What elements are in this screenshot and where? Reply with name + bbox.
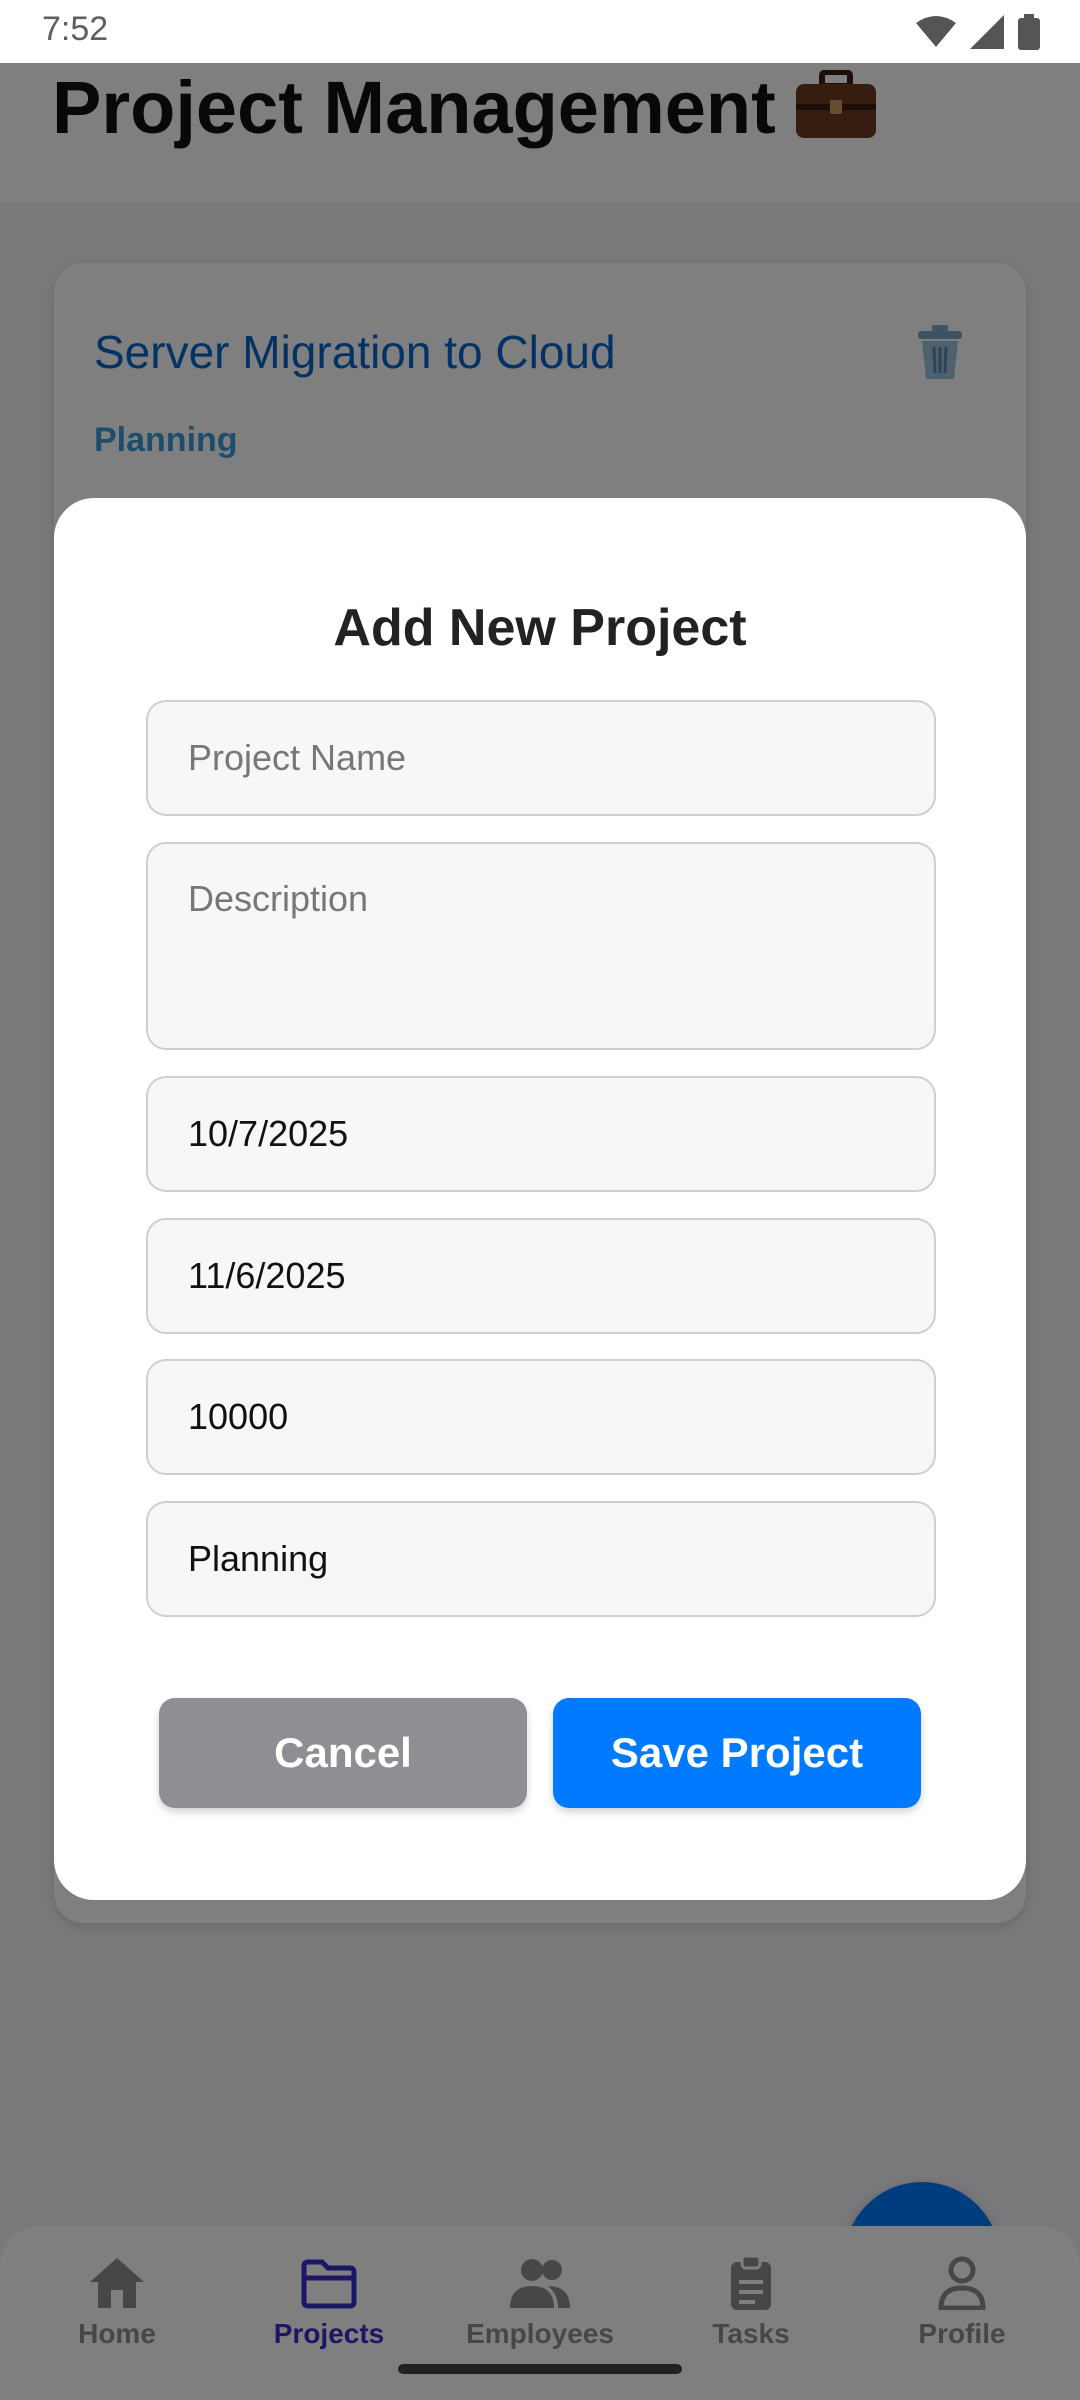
home-indicator <box>398 2364 682 2374</box>
budget-input[interactable]: 10000 <box>146 1359 936 1475</box>
end-date-input[interactable]: 11/6/2025 <box>146 1218 936 1334</box>
signal-icon <box>970 15 1004 54</box>
status-time: 7:52 <box>42 10 109 48</box>
dialog-title: Add New Project <box>333 599 747 657</box>
project-name-input[interactable]: Project Name <box>146 700 936 816</box>
status-icons <box>916 14 1040 55</box>
status-bar: 7:52 <box>0 0 1080 63</box>
save-project-button-label: Save Project <box>610 1729 864 1776</box>
status-input[interactable]: Planning <box>146 1501 936 1617</box>
wifi-icon <box>916 15 956 54</box>
save-project-button[interactable]: Save Project <box>553 1698 921 1808</box>
cancel-button[interactable]: Cancel <box>159 1698 527 1808</box>
battery-icon <box>1018 14 1040 55</box>
description-input[interactable]: Description <box>146 842 936 1050</box>
add-project-dialog: Add New Project Project Name Description… <box>54 498 1026 1900</box>
cancel-button-label: Cancel <box>274 1729 412 1776</box>
start-date-input[interactable]: 10/7/2025 <box>146 1076 936 1192</box>
